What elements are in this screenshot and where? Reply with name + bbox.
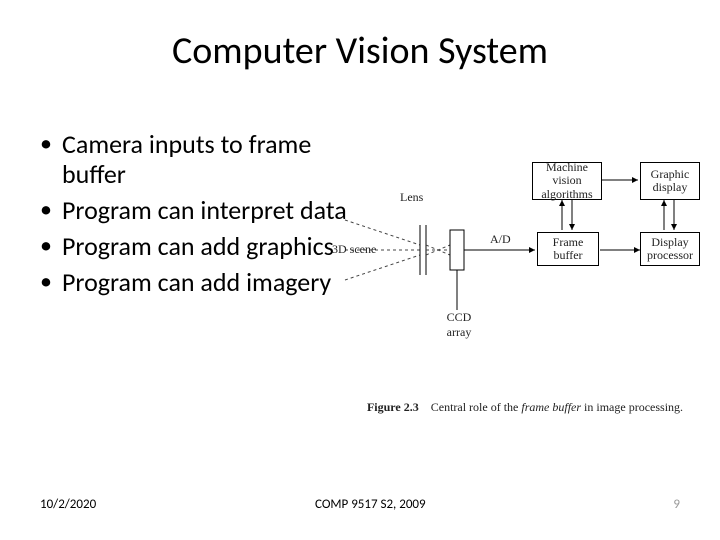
caption-italic: frame buffer (521, 400, 581, 414)
display-processor-box: Display processor (640, 232, 700, 266)
scene-label: 3D scene (332, 242, 376, 257)
slide-title: Computer Vision System (0, 28, 720, 74)
figure-diagram: Lens 3D scene A/D CCD array Machine visi… (340, 150, 710, 390)
bullet-list: Camera inputs to frame buffer Program ca… (40, 130, 350, 303)
footer-course: COMP 9517 S2, 2009 (315, 497, 426, 512)
figure-caption: Figure 2.3 Central role of the frame buf… (340, 400, 710, 415)
bullet-item: Camera inputs to frame buffer (40, 130, 350, 190)
ccd-label: CCD array (442, 310, 476, 340)
caption-text2: in image processing. (581, 400, 683, 414)
ad-label: A/D (490, 232, 511, 247)
slide: Computer Vision System Camera inputs to … (0, 0, 720, 540)
lens-label: Lens (400, 190, 423, 205)
algorithms-box: Machine vision algorithms (532, 162, 602, 200)
bullet-item: Program can add graphics (40, 232, 350, 262)
frame-buffer-box: Frame buffer (537, 232, 599, 266)
footer-date: 10/2/2020 (40, 497, 96, 512)
graphic-display-box: Graphic display (640, 162, 700, 200)
footer-page-number: 9 (673, 497, 680, 512)
bullet-item: Program can interpret data (40, 196, 350, 226)
caption-text1: Central role of the (431, 400, 522, 414)
figure-number: Figure 2.3 (367, 400, 419, 414)
bullet-item: Program can add imagery (40, 268, 350, 298)
